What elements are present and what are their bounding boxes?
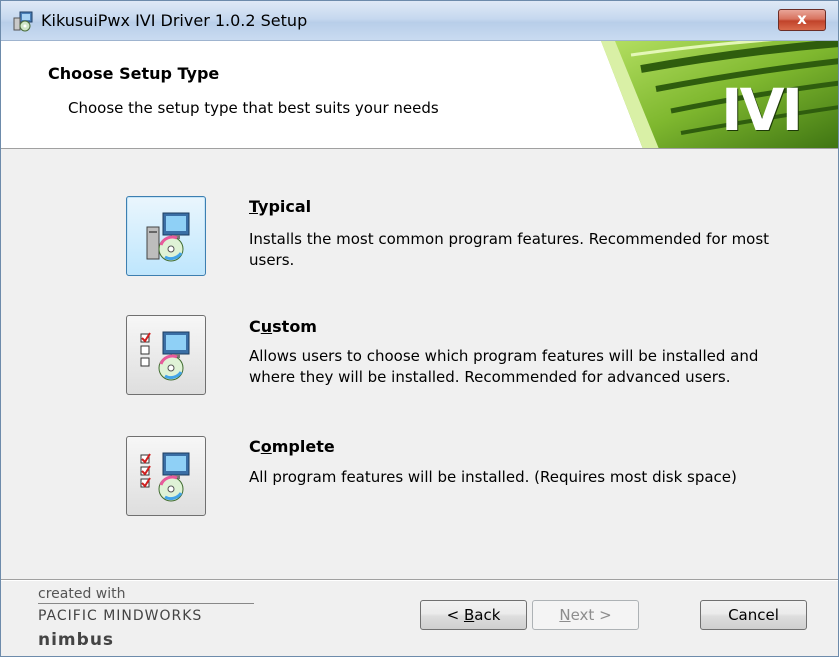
next-button[interactable]: Next >	[532, 600, 639, 630]
ivi-banner-graphic	[601, 41, 838, 148]
close-icon: x	[797, 10, 807, 28]
complete-button[interactable]	[126, 436, 206, 516]
branding-company: PACIFIC MINDWORKS	[38, 608, 203, 624]
typical-description: Installs the most common program feature…	[249, 230, 770, 269]
custom-description: Allows users to choose which program fea…	[249, 347, 759, 386]
back-button-rest: ack	[474, 606, 501, 624]
installer-icon	[13, 11, 33, 32]
header-banner: Choose Setup Type Choose the setup type …	[1, 41, 838, 149]
typical-setup-icon	[146, 212, 190, 262]
complete-setup-icon	[140, 452, 190, 502]
custom-title-pre: C	[249, 317, 261, 336]
page-subtitle: Choose the setup type that best suits yo…	[68, 99, 439, 117]
custom-title-key: u	[260, 317, 273, 336]
ivi-logo-text: IVI	[721, 76, 803, 144]
typical-title: Typical	[249, 197, 311, 216]
cancel-button[interactable]: Cancel	[700, 600, 807, 630]
back-button-key: B	[463, 606, 475, 624]
custom-setup-icon	[140, 331, 190, 381]
next-button-key: N	[559, 606, 571, 624]
custom-button[interactable]	[126, 315, 206, 395]
typical-title-rest: ypical	[258, 197, 312, 216]
window-title: KikusuiPwx IVI Driver 1.0.2 Setup	[41, 11, 308, 30]
branding-created-with: created with	[38, 586, 126, 602]
branding-rule	[38, 603, 254, 604]
complete-title-rest: mplete	[271, 437, 335, 456]
custom-title-rest: stom	[272, 317, 317, 336]
next-button-rest: ext >	[570, 606, 612, 624]
back-button[interactable]: < Back	[420, 600, 527, 630]
back-button-pre: <	[446, 606, 464, 624]
custom-title: Custom	[249, 317, 317, 336]
typical-title-key: T	[249, 197, 259, 216]
close-button[interactable]: x	[778, 9, 826, 31]
title-bar[interactable]: KikusuiPwx IVI Driver 1.0.2 Setup x	[1, 1, 838, 41]
typical-button[interactable]	[126, 196, 206, 276]
complete-title-key: o	[260, 437, 272, 456]
complete-title: Complete	[249, 437, 335, 456]
setup-window: KikusuiPwx IVI Driver 1.0.2 Setup x Choo…	[0, 0, 839, 657]
page-title: Choose Setup Type	[48, 64, 220, 83]
footer-divider-highlight	[1, 580, 838, 581]
complete-title-pre: C	[249, 437, 261, 456]
complete-description: All program features will be installed. …	[249, 468, 737, 486]
branding-product: nimbus	[38, 630, 115, 650]
